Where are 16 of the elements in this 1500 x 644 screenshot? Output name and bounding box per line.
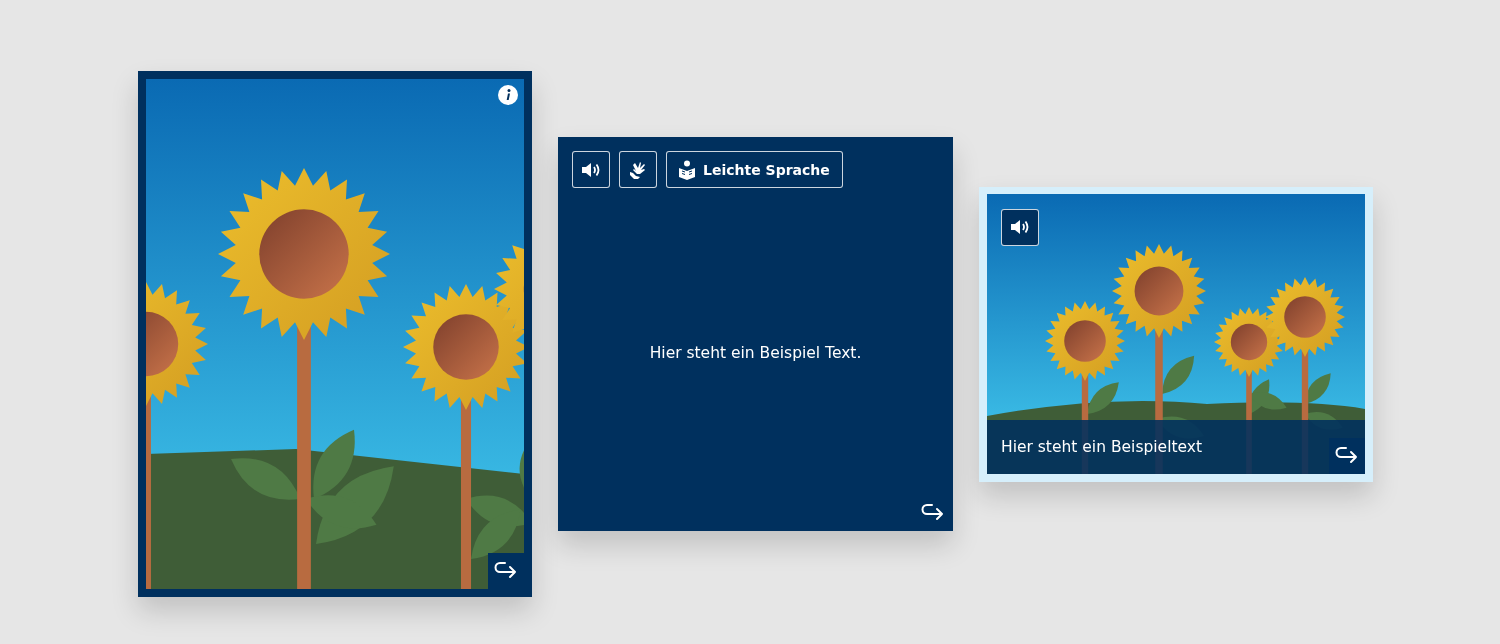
body-text: Hier steht ein Beispiel Text.	[648, 342, 863, 364]
audio-button[interactable]	[1001, 208, 1039, 246]
easy-language-button[interactable]: Leichte Sprache	[666, 151, 843, 188]
speaker-icon	[1010, 218, 1030, 236]
reading-person-icon	[677, 159, 697, 180]
return-button[interactable]	[1329, 437, 1365, 474]
info-icon[interactable]	[498, 85, 518, 105]
return-arrow-icon	[494, 561, 518, 581]
hands-icon	[628, 159, 648, 180]
sign-language-button[interactable]	[619, 151, 657, 188]
return-arrow-icon	[921, 503, 945, 523]
return-button[interactable]	[921, 503, 945, 523]
audio-button[interactable]	[572, 151, 610, 188]
speaker-icon	[581, 160, 601, 179]
return-arrow-icon	[1335, 445, 1359, 466]
caption-text: Hier steht ein Beispieltext	[1001, 437, 1203, 456]
